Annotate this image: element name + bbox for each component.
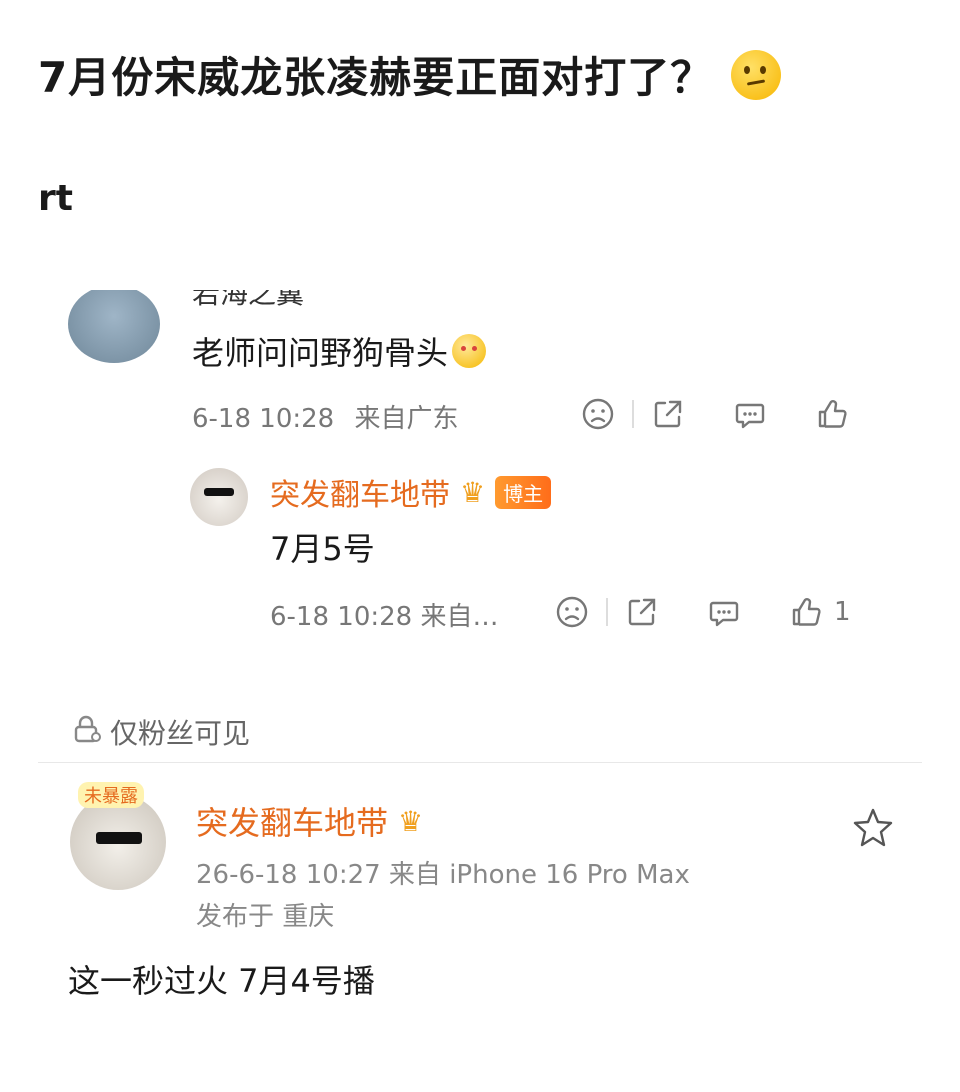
reply-text: 7月5号	[270, 530, 375, 568]
comment-text: 老师问问野狗骨头	[192, 328, 487, 374]
avatar[interactable]	[68, 290, 160, 363]
reply-avatar[interactable]	[190, 468, 248, 526]
divider	[38, 762, 922, 763]
avatar-tag: 未暴露	[78, 782, 144, 808]
original-user-name[interactable]: 突发翻车地带	[196, 798, 388, 844]
post-subtitle: rt	[38, 178, 73, 219]
share-icon[interactable]	[624, 594, 660, 630]
visibility-label: 仅粉丝可见	[110, 717, 251, 750]
comment-actions	[580, 396, 850, 432]
post-meta-time: 26-6-18 10:27 来自 iPhone 16 Pro Max	[196, 860, 690, 890]
hug-emoji-icon	[452, 334, 487, 368]
divider	[632, 400, 634, 428]
divider	[606, 598, 608, 626]
reply-user[interactable]: 突发翻车地带 ♛ 博主	[270, 470, 552, 514]
comment-icon[interactable]	[706, 594, 742, 630]
post-title-text: 7月份宋威龙张凌赫要正面对打了？	[38, 53, 714, 102]
reply-actions: 1	[554, 594, 851, 630]
star-icon[interactable]	[852, 806, 894, 848]
comment-text-label: 老师问问野狗骨头	[192, 334, 449, 372]
comment-card: 若海之翼 老师问问野狗骨头 6-18 10:28 来自广东 突发翻车地带 ♛ 博…	[40, 290, 922, 642]
dislike-icon[interactable]	[580, 396, 616, 432]
avatar[interactable]	[70, 794, 166, 890]
lock-icon	[70, 712, 104, 753]
comment-user-name[interactable]: 若海之翼	[192, 290, 304, 312]
crown-icon: ♛	[398, 804, 424, 838]
like-icon[interactable]	[788, 594, 824, 630]
comment-location: 来自广东	[354, 404, 459, 434]
post-title: 7月份宋威龙张凌赫要正面对打了？	[38, 44, 928, 105]
original-user[interactable]: 突发翻车地带 ♛	[196, 798, 423, 844]
thinking-emoji-icon	[731, 49, 782, 100]
host-badge: 博主	[495, 475, 552, 509]
reply-meta: 6-18 10:28 来自…	[270, 602, 499, 632]
original-post-card: 未暴露 突发翻车地带 ♛ 26-6-18 10:27 来自 iPhone 16 …	[38, 770, 922, 1050]
like-icon[interactable]	[814, 396, 850, 432]
like-group[interactable]: 1	[788, 594, 851, 630]
comment-icon[interactable]	[732, 396, 768, 432]
post-body: 这一秒过火 7月4号播	[68, 962, 375, 1000]
comment-meta: 6-18 10:28 来自广东	[192, 398, 458, 435]
comment-time: 6-18 10:28	[192, 404, 335, 434]
like-count: 1	[834, 597, 851, 627]
reply-user-name[interactable]: 突发翻车地带	[270, 470, 450, 514]
post-meta-location: 发布于 重庆	[196, 902, 335, 932]
crown-icon: ♛	[460, 475, 486, 509]
dislike-icon[interactable]	[554, 594, 590, 630]
visibility-row: 仅粉丝可见	[38, 704, 922, 760]
share-icon[interactable]	[650, 396, 686, 432]
